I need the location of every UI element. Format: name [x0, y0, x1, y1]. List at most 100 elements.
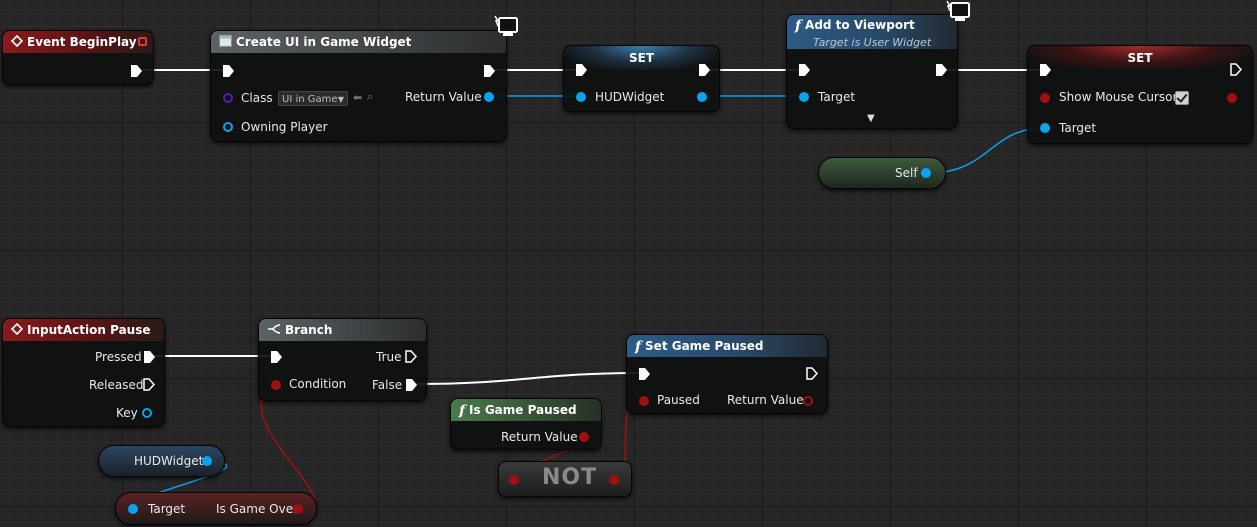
is-game-over-out-pin[interactable]	[293, 504, 303, 514]
bool-wire	[260, 383, 315, 510]
true-exec-pin[interactable]	[405, 350, 417, 363]
class-pin[interactable]	[223, 93, 233, 103]
exec-in-pin[interactable]	[271, 351, 282, 363]
paused-pin[interactable]	[639, 396, 649, 406]
chevron-down-icon: ▼	[337, 95, 344, 104]
exec-out-pin[interactable]	[484, 65, 495, 77]
return-value-label: Return Value	[501, 430, 578, 444]
monitor-icon	[493, 15, 519, 39]
target-pin[interactable]	[128, 504, 138, 514]
class-label: Class	[241, 91, 273, 105]
set-game-paused-node[interactable]: f Set Game Paused Paused Return Value	[626, 334, 828, 414]
node-header: f Set Game Paused	[627, 335, 827, 357]
set-show-mouse-cursor-node[interactable]: SET Show Mouse Cursor Target	[1027, 45, 1253, 144]
is-game-paused-node[interactable]: f Is Game Paused Return Value	[450, 398, 602, 450]
false-label: False	[372, 378, 403, 392]
hudwidget-getter-node[interactable]: HUDWidget	[98, 445, 225, 477]
expand-arrow-icon[interactable]: ▼	[867, 113, 875, 124]
self-out-pin[interactable]	[921, 168, 931, 178]
add-to-viewport-node[interactable]: f Add to Viewport Target is User Widget T…	[786, 14, 958, 129]
show-mouse-cursor-in-pin[interactable]	[1040, 93, 1050, 103]
return-value-label: Return Value	[727, 393, 804, 407]
owning-player-label: Owning Player	[241, 120, 328, 134]
exec-in-pin[interactable]	[639, 368, 650, 380]
inputaction-pause-node[interactable]: InputAction Pause Pressed Released Key	[2, 318, 165, 427]
return-value-pin[interactable]	[803, 396, 813, 406]
released-label: Released	[89, 378, 144, 392]
owning-player-pin[interactable]	[223, 122, 233, 132]
key-label: Key	[116, 406, 138, 420]
event-diamond-icon	[10, 320, 24, 342]
exec-out-pin[interactable]	[806, 367, 818, 380]
exec-in-pin[interactable]	[799, 64, 810, 76]
create-widget-node[interactable]: Create UI in Game Widget Class UI in Gam…	[210, 30, 507, 142]
condition-pin[interactable]	[271, 380, 281, 390]
function-icon: f	[635, 338, 642, 355]
exec-in-pin[interactable]	[223, 65, 234, 77]
node-subtitle: Target is User Widget	[813, 35, 932, 49]
monitor-icon	[945, 0, 971, 24]
hudwidget-label: HUDWidget	[134, 454, 204, 468]
node-title: Set Game Paused	[645, 339, 764, 353]
condition-label: Condition	[289, 377, 347, 391]
event-beginplay-node[interactable]: Event BeginPlay	[2, 30, 154, 85]
delegate-pin[interactable]	[138, 37, 147, 46]
not-in-pin[interactable]	[509, 475, 519, 485]
event-diamond-icon	[10, 32, 24, 54]
node-title: Event BeginPlay	[27, 35, 137, 49]
paused-label: Paused	[657, 393, 700, 407]
target-label: Target	[1059, 121, 1097, 135]
self-label: Self	[895, 166, 918, 180]
node-title: Add to Viewport	[805, 18, 915, 32]
node-header: f Add to Viewport Target is User Widget	[787, 15, 957, 49]
not-node[interactable]: NOT	[498, 461, 632, 497]
target-label: Target	[148, 502, 186, 516]
browse-search-icon[interactable]: ⌕	[367, 90, 373, 104]
hudwidget-out-pin[interactable]	[202, 456, 212, 466]
node-title: InputAction Pause	[27, 323, 151, 337]
node-header: Create UI in Game Widget	[211, 31, 506, 53]
return-value-pin[interactable]	[484, 92, 494, 102]
set-header: SET	[564, 46, 719, 70]
function-icon: f	[795, 17, 802, 34]
set-header: SET	[1028, 46, 1252, 70]
branch-icon	[267, 320, 281, 342]
target-label: Target	[818, 90, 856, 104]
true-label: True	[376, 350, 402, 364]
node-title: Create UI in Game Widget	[236, 35, 412, 49]
node-header: Branch	[259, 319, 426, 341]
class-dropdown[interactable]: UI in Game ▼	[278, 91, 348, 106]
class-dropdown-value: UI in Game	[282, 94, 338, 105]
node-title: Is Game Paused	[469, 403, 577, 417]
exec-out-pin[interactable]	[936, 64, 947, 76]
show-mouse-cursor-label: Show Mouse Cursor	[1059, 90, 1178, 104]
hudwidget-out-pin[interactable]	[697, 92, 707, 102]
pressed-label: Pressed	[95, 350, 142, 364]
show-mouse-cursor-out-pin[interactable]	[1227, 93, 1237, 103]
not-label: NOT	[542, 465, 598, 490]
node-header: Event BeginPlay	[3, 31, 153, 53]
exec-out-pin[interactable]	[1230, 63, 1242, 76]
set-hudwidget-node[interactable]: SET HUDWidget	[563, 45, 720, 112]
return-value-pin[interactable]	[579, 432, 589, 442]
show-mouse-cursor-checkbox[interactable]	[1175, 91, 1189, 105]
hudwidget-label: HUDWidget	[595, 90, 665, 104]
target-pin[interactable]	[799, 92, 809, 102]
key-pin[interactable]	[142, 408, 152, 418]
return-value-label: Return Value	[405, 90, 482, 104]
exec-out-pin[interactable]	[131, 65, 142, 77]
is-game-over-node[interactable]: Target Is Game Over	[115, 492, 317, 525]
not-out-pin[interactable]	[609, 475, 619, 485]
pressed-exec-pin[interactable]	[144, 351, 155, 363]
is-game-over-label: Is Game Over	[216, 502, 299, 516]
node-title: Branch	[285, 323, 333, 337]
function-icon: f	[459, 402, 466, 419]
hudwidget-in-pin[interactable]	[576, 92, 586, 102]
use-selected-arrow-icon[interactable]: ⬅	[353, 91, 362, 104]
released-exec-pin[interactable]	[143, 378, 155, 391]
exec-wire	[413, 372, 641, 385]
target-pin[interactable]	[1040, 123, 1050, 133]
false-exec-pin[interactable]	[406, 379, 417, 391]
self-node[interactable]: Self	[818, 157, 946, 189]
branch-node[interactable]: Branch True Condition False	[258, 318, 427, 401]
